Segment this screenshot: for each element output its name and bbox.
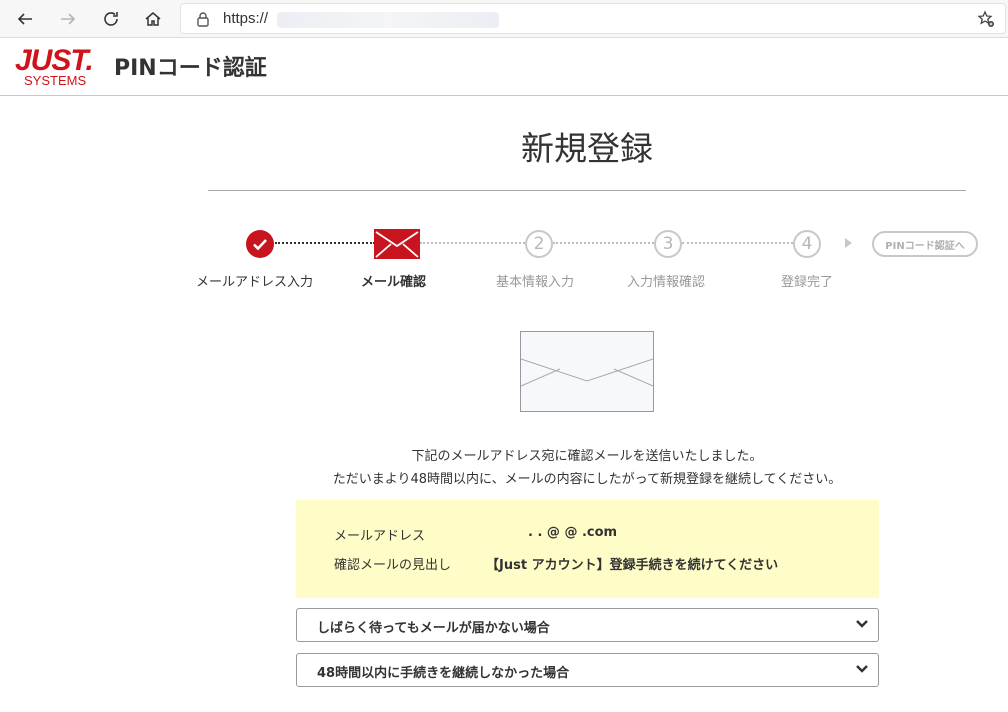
home-icon [145, 12, 161, 26]
chevron-down-icon [856, 620, 868, 628]
email-label: メールアドレス [334, 529, 426, 544]
stepper-connector-done [275, 242, 375, 244]
email-info-box: メールアドレス . . @ @ .com 確認メールの見出し 【Just アカウ… [296, 500, 879, 598]
step-2-mail [374, 229, 420, 259]
accordion-label: しばらく待ってもメールが届かない場合 [317, 621, 550, 636]
step-label-email-confirm: メール確認 [361, 275, 427, 290]
browser-toolbar: https:// [0, 0, 1008, 38]
envelope-icon [520, 331, 654, 412]
check-icon [253, 239, 267, 251]
step-1-check [246, 230, 274, 258]
subject-value: 【Just アカウント】登録手続きを続けてください [486, 558, 779, 573]
url-redacted [277, 12, 499, 28]
header-title: PINコード認証 [114, 56, 267, 81]
step-label-basic-info: 基本情報入力 [496, 275, 575, 290]
step-5-circle: 4 [793, 230, 821, 258]
lock-icon [197, 12, 209, 27]
step-4-circle: 3 [654, 230, 682, 258]
email-value: . . @ @ .com [528, 525, 618, 540]
url-text: https:// [223, 10, 269, 27]
title-divider [208, 190, 966, 191]
registration-stepper: 2 3 4 メールアドレス入力 メール確認 基本情報入力 入力情報確認 登録完了… [0, 220, 1008, 300]
accordion-no-email[interactable]: しばらく待ってもメールが届かない場合 [296, 608, 879, 642]
reload-icon [104, 12, 118, 26]
stepper-connector [420, 242, 525, 244]
sent-message-line2: ただいまより48時間以内に、メールの内容にしたがって新規登録を継続してください。 [332, 472, 842, 487]
favorite-icon[interactable] [977, 10, 995, 28]
step-3-circle: 2 [525, 230, 553, 258]
back-icon [17, 13, 32, 25]
reload-button[interactable] [97, 5, 125, 33]
mail-icon [375, 231, 419, 258]
accordion-label: 48時間以内に手続きを継続しなかった場合 [317, 666, 570, 681]
step-label-review: 入力情報確認 [627, 275, 706, 290]
stepper-connector [553, 242, 654, 244]
accordion-expired[interactable]: 48時間以内に手続きを継続しなかった場合 [296, 653, 879, 687]
step-label-email-input: メールアドレス入力 [196, 275, 314, 290]
forward-icon [61, 13, 76, 25]
address-bar[interactable]: https:// [180, 3, 1006, 34]
site-header: JUST. SYSTEMS PINコード認証 [0, 38, 1008, 96]
chevron-down-icon [856, 665, 868, 673]
home-button[interactable] [139, 5, 167, 33]
stepper-connector [682, 242, 793, 244]
forward-button[interactable] [54, 5, 82, 33]
logo-sub-text: SYSTEMS [24, 73, 87, 88]
subject-label: 確認メールの見出し [334, 558, 452, 573]
sent-message-line1: 下記のメールアドレス宛に確認メールを送信いたしました。 [411, 449, 763, 464]
step-label-complete: 登録完了 [781, 275, 834, 290]
pin-auth-button[interactable]: PINコード認証へ [872, 231, 978, 257]
page-title: 新規登録 [521, 129, 653, 168]
back-button[interactable] [11, 5, 39, 33]
arrow-right-icon [845, 238, 852, 248]
